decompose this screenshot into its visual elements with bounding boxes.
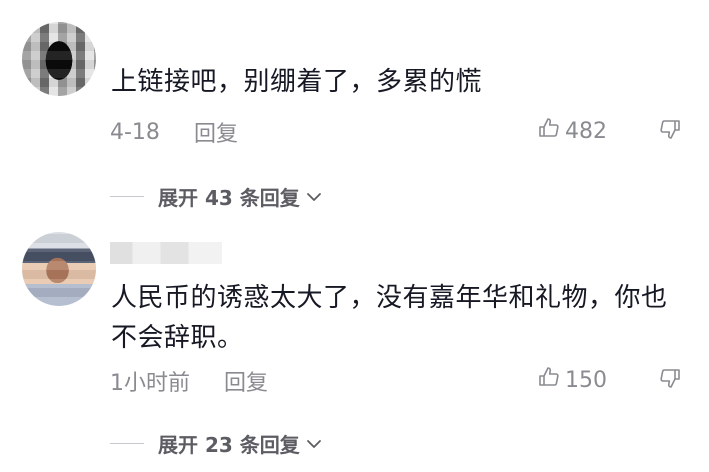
thumbs-up-icon: [537, 365, 561, 395]
comment-meta: 4-18 回复: [110, 116, 238, 148]
comment-text: 人民币的诱惑太大了，没有嘉年华和礼物，你也不会辞职。: [111, 283, 668, 353]
thumbs-up-icon: [537, 116, 561, 146]
avatar[interactable]: [22, 232, 96, 306]
comment-date: 1小时前: [110, 371, 190, 396]
dislike-button[interactable]: [658, 117, 682, 145]
comment-date: 4-18: [110, 119, 160, 145]
chevron-down-icon: [304, 187, 324, 207]
dislike-button[interactable]: [658, 366, 682, 394]
username-blurred[interactable]: [110, 242, 222, 264]
avatar[interactable]: [22, 22, 96, 96]
expand-replies-label: 展开 43 条回复: [158, 186, 300, 210]
like-button[interactable]: 150: [537, 365, 607, 395]
expand-replies-button[interactable]: 展开 43 条回复: [110, 182, 324, 211]
reply-button[interactable]: 回复: [194, 116, 238, 148]
expand-replies-label: 展开 23 条回复: [158, 433, 300, 457]
thumbs-down-icon: [658, 120, 682, 145]
like-button[interactable]: 482: [537, 116, 607, 146]
like-count: 150: [565, 367, 607, 393]
expand-replies-button[interactable]: 展开 23 条回复: [110, 429, 324, 458]
thumbs-down-icon: [658, 369, 682, 394]
comment-text: 上链接吧，别绷着了，多累的慌: [111, 67, 483, 97]
chevron-down-icon: [304, 434, 324, 454]
comment-meta: 1小时前 回复: [110, 365, 268, 397]
reply-button[interactable]: 回复: [224, 365, 268, 397]
like-count: 482: [565, 118, 607, 144]
divider-line: [110, 443, 144, 444]
divider-line: [110, 196, 144, 197]
